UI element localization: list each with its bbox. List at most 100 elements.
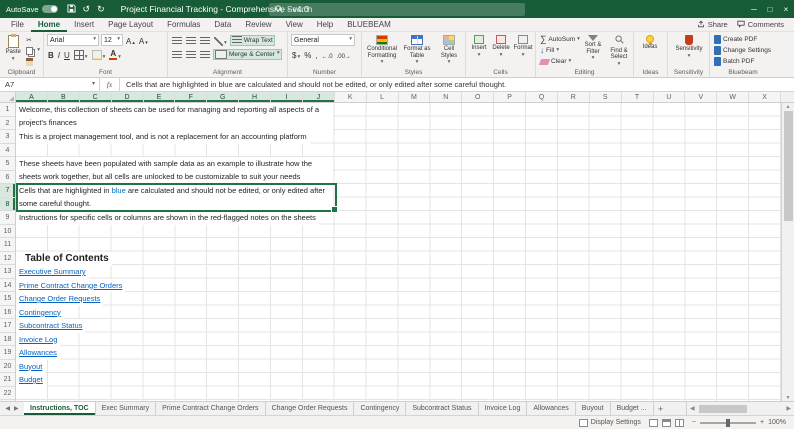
increase-font-size-button[interactable]: A▴ xyxy=(125,34,136,46)
sheet-tab-budget[interactable]: Budget ... xyxy=(611,402,654,415)
font-color-button[interactable]: A▾ xyxy=(108,48,122,60)
cell-A15[interactable]: Change Order Requests xyxy=(16,292,103,306)
column-header-G[interactable]: G xyxy=(207,92,239,102)
copy-button[interactable]: ▾ xyxy=(25,45,41,56)
autosave-toggle[interactable]: AutoSave xyxy=(6,5,58,14)
cell-A16[interactable]: Contingency xyxy=(16,306,64,320)
column-header-R[interactable]: R xyxy=(558,92,590,102)
sheet-tab-invoice-log[interactable]: Invoice Log xyxy=(479,402,528,415)
column-header-F[interactable]: F xyxy=(175,92,207,102)
font-name-select[interactable]: Arial▾ xyxy=(47,34,99,46)
column-header-M[interactable]: M xyxy=(399,92,431,102)
column-header-H[interactable]: H xyxy=(239,92,271,102)
column-header-X[interactable]: X xyxy=(749,92,781,102)
borders-button[interactable]: ▾ xyxy=(73,48,89,60)
comma-style-button[interactable]: , xyxy=(314,48,318,60)
row-header-13[interactable]: 13 xyxy=(0,265,15,279)
ribbon-tab-insert[interactable]: Insert xyxy=(67,18,101,32)
column-header-K[interactable]: K xyxy=(335,92,367,102)
sensitivity-button[interactable]: Sensitivity▾ xyxy=(671,34,707,59)
horizontal-scrollbar-thumb[interactable] xyxy=(699,405,747,413)
new-sheet-button[interactable]: + xyxy=(654,402,668,415)
align-top-button[interactable] xyxy=(171,34,183,46)
cell-A21[interactable]: Budget xyxy=(16,373,46,387)
sheet-nav-left-icon[interactable]: ◀ xyxy=(5,405,10,412)
ribbon-tab-page-layout[interactable]: Page Layout xyxy=(101,18,160,32)
paste-button[interactable]: Paste ▾ xyxy=(3,34,23,62)
format-painter-button[interactable] xyxy=(25,56,41,67)
align-center-button[interactable] xyxy=(185,48,197,60)
minimize-icon[interactable]: ─ xyxy=(746,0,762,18)
cell-A9[interactable]: Instructions for specific cells or colum… xyxy=(16,211,319,225)
row-header-16[interactable]: 16 xyxy=(0,306,15,320)
cell-A19[interactable]: Allowances xyxy=(16,346,60,360)
cell-A7[interactable]: Cells that are highlighted in blue are c… xyxy=(16,184,333,211)
sheet-tab-buyout[interactable]: Buyout xyxy=(576,402,611,415)
ribbon-tab-view[interactable]: View xyxy=(279,18,310,32)
create-pdf-button[interactable]: Create PDF xyxy=(713,34,772,45)
sheet-tab-exec-summary[interactable]: Exec Summary xyxy=(96,402,156,415)
column-header-E[interactable]: E xyxy=(144,92,176,102)
delete-cells-button[interactable]: Delete▾ xyxy=(491,34,511,58)
column-header-B[interactable]: B xyxy=(48,92,80,102)
format-cells-button[interactable]: Format▾ xyxy=(513,34,533,58)
cell-A13[interactable]: Executive Summary xyxy=(16,265,89,279)
share-button[interactable]: Share xyxy=(697,20,728,30)
wrap-text-button[interactable]: Wrap Text xyxy=(230,35,275,46)
zoom-slider[interactable] xyxy=(700,422,756,424)
align-middle-button[interactable] xyxy=(185,34,197,46)
scroll-down-icon[interactable]: ▾ xyxy=(786,394,789,401)
column-header-D[interactable]: D xyxy=(112,92,144,102)
cut-button[interactable]: ✂ xyxy=(25,34,41,45)
zoom-in-icon[interactable]: + xyxy=(760,419,764,426)
orientation-button[interactable]: ▾ xyxy=(213,34,228,46)
format-as-table-button[interactable]: Format as Table▾ xyxy=(401,34,433,66)
row-header-7[interactable]: 7 xyxy=(0,184,15,198)
underline-button[interactable]: U xyxy=(63,48,71,60)
row-header-11[interactable]: 11 xyxy=(0,238,15,252)
column-header-L[interactable]: L xyxy=(367,92,399,102)
row-header-21[interactable]: 21 xyxy=(0,373,15,387)
ribbon-tab-home[interactable]: Home xyxy=(31,18,67,32)
sheet-tab-change-order-requests[interactable]: Change Order Requests xyxy=(266,402,355,415)
find-select-button[interactable]: Find & Select▾ xyxy=(607,34,631,67)
ribbon-tab-formulas[interactable]: Formulas xyxy=(160,18,207,32)
row-header-4[interactable]: 4 xyxy=(0,144,15,158)
row-header-12[interactable]: 12 xyxy=(0,252,15,266)
accounting-format-button[interactable]: $▾ xyxy=(291,48,301,60)
autosum-button[interactable]: ∑AutoSum▾ xyxy=(539,34,579,45)
formula-input[interactable]: Cells that are highlighted in blue are c… xyxy=(120,80,794,89)
name-box-dropdown-icon[interactable]: ▾ xyxy=(88,78,100,91)
select-all-button[interactable] xyxy=(0,92,16,102)
hscroll-right-icon[interactable]: ▶ xyxy=(786,405,791,412)
page-break-view-icon[interactable] xyxy=(675,419,684,427)
align-right-button[interactable] xyxy=(199,48,211,60)
merge-center-button[interactable]: Merge & Center▾ xyxy=(213,49,282,60)
normal-view-icon[interactable] xyxy=(649,419,658,427)
hscroll-left-icon[interactable]: ◀ xyxy=(690,405,695,412)
clear-button[interactable]: Clear▾ xyxy=(539,56,579,67)
column-header-J[interactable]: J xyxy=(303,92,335,102)
insert-cells-button[interactable]: Insert▾ xyxy=(469,34,489,58)
row-header-18[interactable]: 18 xyxy=(0,333,15,347)
sheet-tab-allowances[interactable]: Allowances xyxy=(527,402,575,415)
row-header-2[interactable]: 2 xyxy=(0,117,15,131)
page-layout-view-icon[interactable] xyxy=(662,419,671,427)
close-icon[interactable]: × xyxy=(778,0,794,18)
align-bottom-button[interactable] xyxy=(199,34,211,46)
row-header-19[interactable]: 19 xyxy=(0,346,15,360)
save-icon[interactable] xyxy=(67,4,76,15)
column-header-V[interactable]: V xyxy=(685,92,717,102)
row-header-5[interactable]: 5 xyxy=(0,157,15,171)
fx-icon[interactable]: fx xyxy=(100,78,120,91)
percent-style-button[interactable]: % xyxy=(303,48,312,60)
cells-layer[interactable]: Welcome, this collection of sheets can b… xyxy=(16,103,781,401)
name-box[interactable]: A7 xyxy=(0,78,88,91)
fill-color-button[interactable]: ▾ xyxy=(91,48,107,60)
ribbon-tab-data[interactable]: Data xyxy=(207,18,238,32)
search-input[interactable] xyxy=(287,5,519,14)
row-header-17[interactable]: 17 xyxy=(0,319,15,333)
cell-A14[interactable]: Prime Contract Change Orders xyxy=(16,279,125,293)
fill-button[interactable]: ↓Fill▾ xyxy=(539,45,579,56)
column-header-I[interactable]: I xyxy=(271,92,303,102)
